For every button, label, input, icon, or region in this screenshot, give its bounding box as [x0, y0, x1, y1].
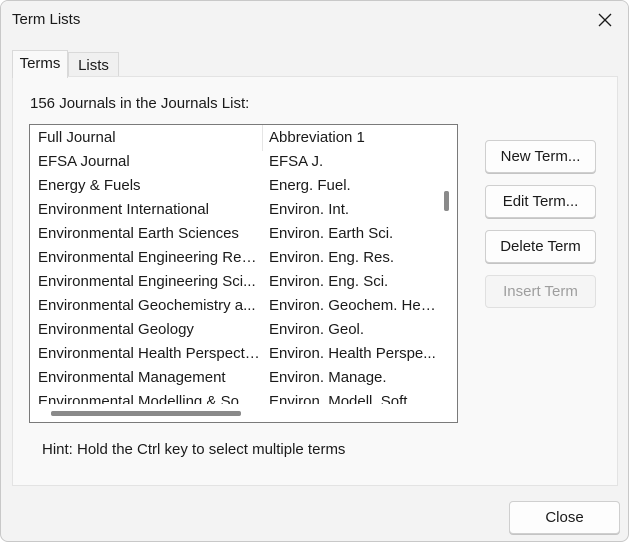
list-item[interactable]: Environmental Engineering Sci... Environ.… — [30, 269, 439, 293]
vertical-scroll-thumb[interactable] — [444, 191, 449, 211]
vertical-scrollbar[interactable] — [437, 125, 457, 422]
list-item[interactable]: Environmental Health Perspecti... Environ… — [30, 341, 439, 365]
terms-list[interactable]: Full Journal Abbreviation 1 EFSA Journal… — [29, 124, 458, 423]
abbreviation-cell: Environ. Geol. — [269, 321, 365, 338]
list-item[interactable]: Environmental Geochemistry a... Environ. … — [30, 293, 439, 317]
full-journal-cell: Energy & Fuels — [38, 177, 141, 194]
abbreviation-cell: Energ. Fuel. — [269, 177, 351, 194]
tab-lists[interactable]: Lists — [68, 52, 119, 77]
abbreviation-cell: Environ. Eng. Res. — [269, 249, 395, 266]
horizontal-scroll-thumb[interactable] — [51, 411, 241, 416]
column-divider[interactable] — [262, 125, 263, 151]
close-icon — [598, 13, 612, 27]
list-item[interactable]: Environmental Engineering Res... Environ.… — [30, 245, 439, 269]
column-header-abbreviation[interactable]: Abbreviation 1 — [269, 129, 437, 146]
list-item[interactable]: EFSA Journal EFSA J. — [30, 149, 439, 173]
full-journal-cell: Environmental Geology — [38, 321, 194, 338]
list-item[interactable]: Environmental Earth Sciences Environ. Ear… — [30, 221, 439, 245]
list-header-row: Full Journal Abbreviation 1 — [30, 125, 439, 151]
full-journal-cell: Environmental Engineering Res... — [38, 249, 260, 266]
abbreviation-cell: Environ. Health Perspe... — [269, 345, 436, 362]
terms-panel: 156 Journals in the Journals List: Full … — [12, 76, 618, 486]
full-journal-cell: Environmental Management — [38, 369, 226, 386]
full-journal-cell: Environmental Engineering Sci... — [38, 273, 256, 290]
abbreviation-cell: Environ. Int. — [269, 201, 350, 218]
list-item[interactable]: Environmental Management Environ. Manage. — [30, 365, 439, 389]
insert-term-button: Insert Term — [485, 275, 596, 308]
full-journal-cell: Environmental Geochemistry a... — [38, 297, 256, 314]
abbreviation-cell: Environ. Geochem. Hea... — [269, 297, 437, 314]
list-item[interactable]: Environment International Environ. Int. — [30, 197, 439, 221]
delete-term-button[interactable]: Delete Term — [485, 230, 596, 263]
close-button[interactable]: Close — [509, 501, 620, 534]
full-journal-cell: EFSA Journal — [38, 153, 130, 170]
abbreviation-cell: Environ. Eng. Sci. — [269, 273, 389, 290]
term-lists-dialog: Term Lists Terms Lists 156 Journals in t… — [0, 0, 629, 542]
list-item[interactable]: Energy & Fuels Energ. Fuel. — [30, 173, 439, 197]
full-journal-cell: Environment International — [38, 201, 209, 218]
journal-count-label: 156 Journals in the Journals List: — [30, 95, 250, 112]
new-term-button[interactable]: New Term... — [485, 140, 596, 173]
horizontal-scrollbar[interactable] — [30, 404, 439, 422]
list-item[interactable]: Environmental Geology Environ. Geol. — [30, 317, 439, 341]
column-header-full-journal[interactable]: Full Journal — [38, 129, 260, 146]
full-journal-cell: Environmental Earth Sciences — [38, 225, 239, 242]
title-bar: Term Lists — [1, 1, 628, 39]
tab-terms[interactable]: Terms — [12, 50, 68, 78]
window-title: Term Lists — [12, 11, 81, 28]
abbreviation-cell: Environ. Manage. — [269, 369, 387, 386]
abbreviation-cell: Environ. Earth Sci. — [269, 225, 394, 242]
abbreviation-cell: EFSA J. — [269, 153, 324, 170]
full-journal-cell: Environmental Health Perspecti... — [38, 345, 260, 362]
edit-term-button[interactable]: Edit Term... — [485, 185, 596, 218]
scroll-corner — [437, 404, 457, 422]
window-close-button[interactable] — [582, 1, 628, 39]
hint-text: Hint: Hold the Ctrl key to select multip… — [42, 441, 346, 458]
